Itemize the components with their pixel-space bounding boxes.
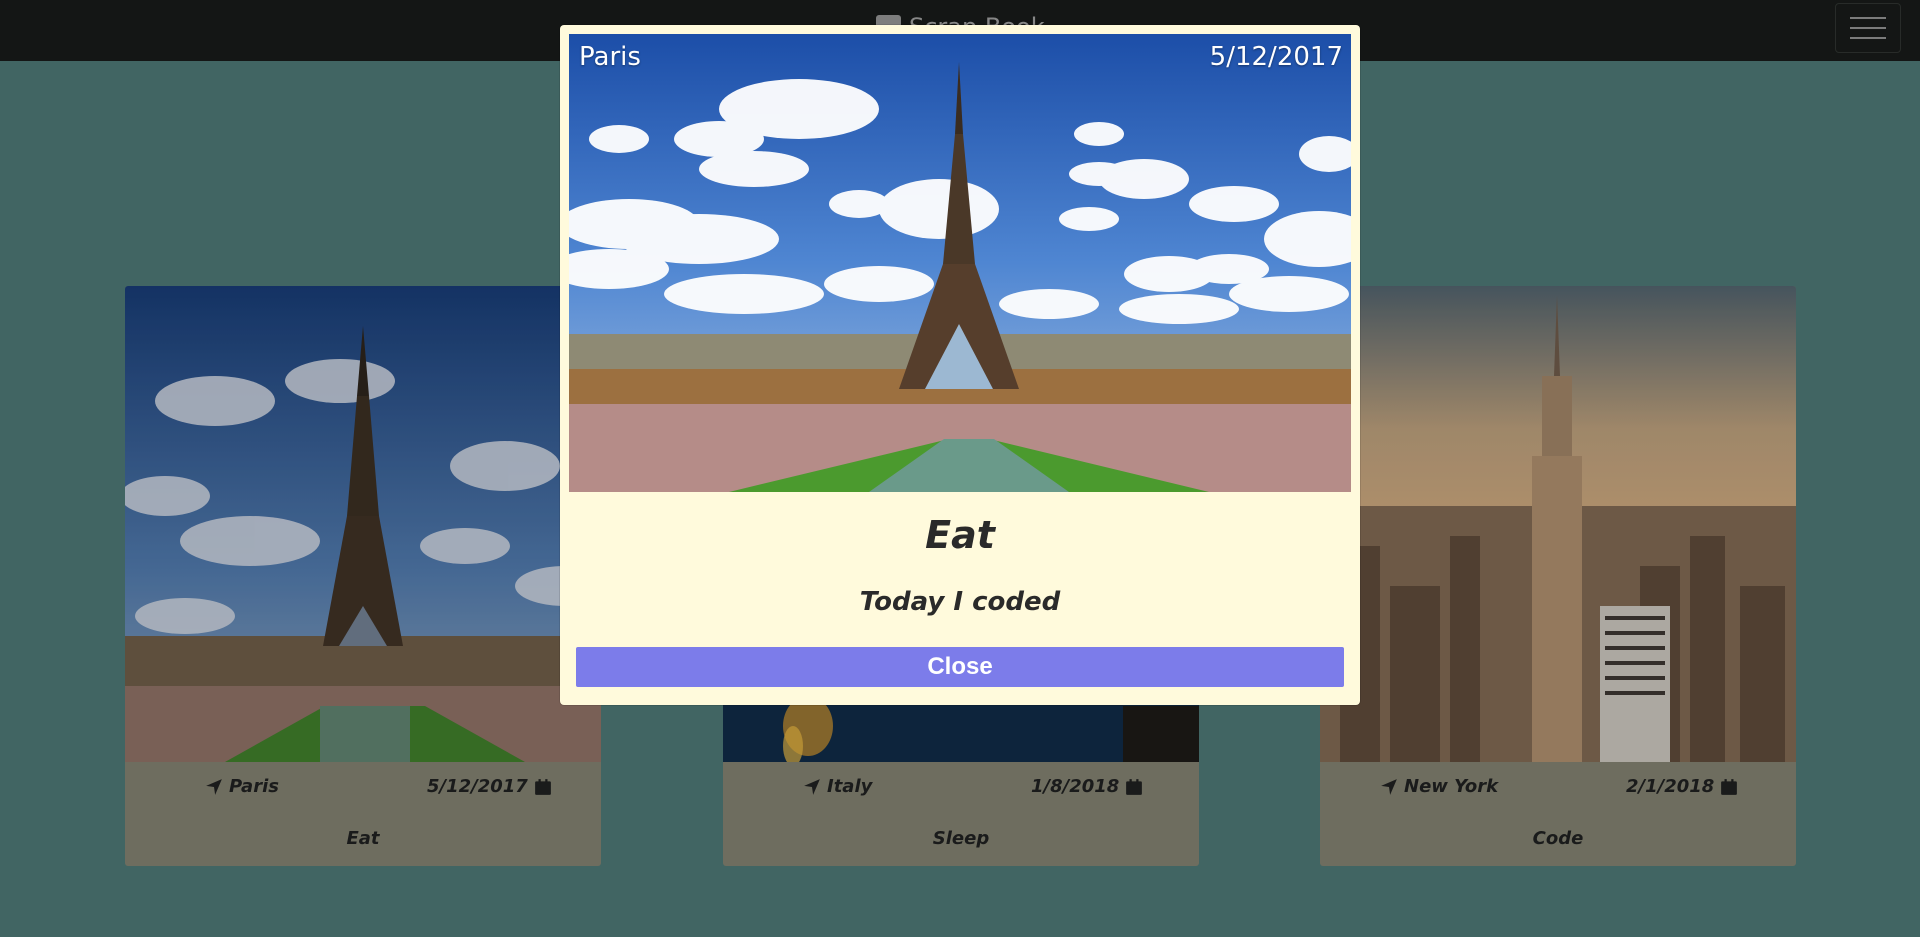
- modal-title: Eat: [925, 513, 995, 557]
- modal-text: Today I coded: [859, 587, 1061, 617]
- modal-location: Paris: [579, 42, 641, 72]
- close-button[interactable]: Close: [576, 647, 1344, 687]
- modal-image: [569, 34, 1351, 492]
- modal-date: 5/12/2017: [1209, 42, 1343, 72]
- entry-modal: Paris 5/12/2017 Eat Today I coded Close: [560, 25, 1360, 705]
- eiffel-tower-photo: [569, 34, 1351, 492]
